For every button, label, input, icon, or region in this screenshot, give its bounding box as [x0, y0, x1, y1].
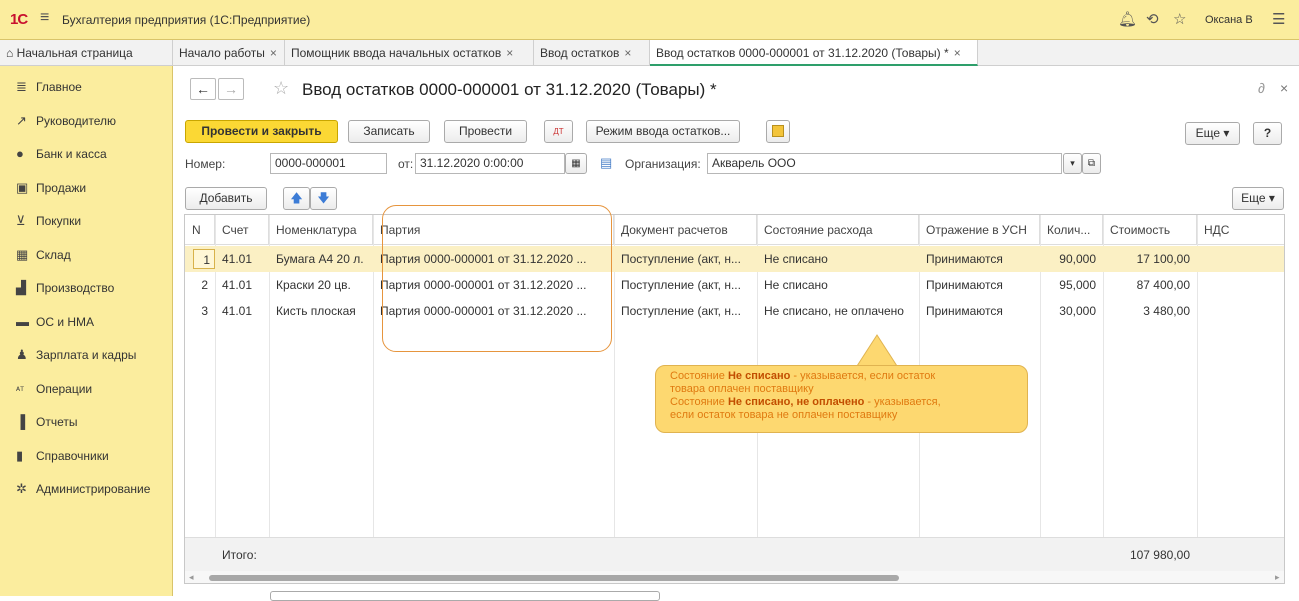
tab-balances[interactable]: Ввод остатков ×	[534, 40, 650, 66]
more-button[interactable]: Еще ▾	[1185, 122, 1240, 145]
save-button[interactable]: Записать	[348, 120, 430, 143]
close-form-icon[interactable]: ×	[1280, 80, 1288, 96]
comment-field[interactable]	[270, 591, 660, 601]
table-row[interactable]: 1 41.01 Бумага А4 20 л. Партия 0000-0000…	[185, 246, 1284, 272]
sidebar-item-purchases[interactable]: ⊻ Покупки	[0, 210, 173, 242]
warehouse-icon: ▦	[16, 247, 29, 262]
bell-icon[interactable]: 🔔︎	[1118, 10, 1137, 28]
home-icon: ⌂	[6, 46, 17, 60]
open-icon[interactable]: ⧉	[1082, 153, 1101, 174]
menu-icon: ≣	[16, 79, 27, 94]
history-icon[interactable]: ⟲	[1146, 10, 1159, 28]
callout-note: Состояние Не списано - указывается, если…	[655, 365, 1028, 433]
table-row[interactable]: 3 41.01 Кисть плоская Партия 0000-000001…	[185, 298, 1284, 324]
tab-document[interactable]: Ввод остатков 0000-000001 от 31.12.2020 …	[650, 40, 978, 66]
sidebar-item-assets[interactable]: ▬ ОС и НМА	[0, 311, 173, 343]
sidebar-item-bank[interactable]: ● Банк и касса	[0, 143, 173, 175]
close-icon[interactable]: ×	[270, 46, 277, 60]
factory-icon: ▟	[16, 280, 26, 295]
favorite-star-icon[interactable]: ☆	[273, 78, 289, 99]
bag-icon: ▣	[16, 180, 29, 195]
callout-line: Состояние Не списано - указывается, если…	[670, 370, 936, 382]
scroll-right-icon[interactable]: ▸	[1275, 572, 1280, 583]
link-icon[interactable]: ∂	[1258, 80, 1265, 96]
close-icon[interactable]: ×	[954, 46, 961, 60]
app-logo: 1С	[10, 11, 28, 28]
add-row-button[interactable]: Добавить	[185, 187, 267, 210]
coin-icon: ●	[16, 146, 24, 161]
col-header-usn[interactable]: Отражение в УСН	[919, 215, 1040, 245]
post-and-close-button[interactable]: Провести и закрыть	[185, 120, 338, 143]
total-value: 107 980,00	[1129, 548, 1190, 562]
truck-icon: ▬	[16, 314, 29, 329]
sidebar-item-warehouse[interactable]: ▦ Склад	[0, 244, 173, 276]
dt-kt-icon[interactable]: ДТ	[544, 120, 573, 143]
col-header-cost[interactable]: Стоимость	[1103, 215, 1197, 245]
table-more-button[interactable]: Еще ▾	[1232, 187, 1284, 210]
date-field[interactable]: 31.12.2020 0:00:00	[415, 153, 565, 174]
dt-kt-icon: ᴬᵀ	[16, 385, 24, 395]
book-icon: ▮	[16, 448, 24, 463]
organization-field[interactable]: Акварель ООО	[707, 153, 1062, 174]
sidebar-item-sales[interactable]: ▣ Продажи	[0, 177, 173, 209]
scrollbar-thumb[interactable]	[209, 575, 899, 581]
user-name[interactable]: Оксана В	[1205, 14, 1253, 26]
batch-column-highlight	[382, 205, 612, 352]
sidebar-item-admin[interactable]: ✲ Администрирование	[0, 478, 173, 510]
sidebar-item-reports[interactable]: ▐ Отчеты	[0, 411, 173, 443]
trend-icon: ↗	[16, 113, 27, 128]
sidebar-item-manager[interactable]: ↗ Руководителю	[0, 110, 173, 142]
star-icon[interactable]: ☆	[1173, 10, 1186, 28]
organization-label: Организация:	[625, 157, 701, 171]
col-header-item[interactable]: Номенклатура	[269, 215, 373, 245]
number-label: Номер:	[185, 157, 226, 171]
col-header-state[interactable]: Состояние расхода	[757, 215, 919, 245]
callout-line: если остаток товара не оплачен поставщик…	[670, 409, 898, 421]
page-title: Ввод остатков 0000-000001 от 31.12.2020 …	[302, 80, 717, 99]
balance-mode-button[interactable]: Режим ввода остатков...	[586, 120, 740, 143]
horizontal-scrollbar[interactable]: ◂ ▸	[185, 571, 1284, 583]
sidebar-item-operations[interactable]: ᴬᵀ Операции	[0, 378, 173, 410]
move-up-icon[interactable]: 🡅	[283, 187, 310, 210]
gear-icon: ✲	[16, 481, 27, 496]
total-label: Итого:	[222, 548, 257, 562]
post-button[interactable]: Провести	[444, 120, 527, 143]
col-header-settlement[interactable]: Документ расчетов	[614, 215, 757, 245]
calendar-icon[interactable]: ▦	[565, 153, 587, 174]
col-header-vat[interactable]: НДС	[1197, 215, 1284, 245]
close-icon[interactable]: ×	[506, 46, 513, 60]
person-icon: ♟	[16, 347, 28, 362]
callout-pointer	[856, 334, 898, 367]
col-header-n[interactable]: N	[185, 215, 215, 245]
sidebar-item-salary[interactable]: ♟ Зарплата и кадры	[0, 344, 173, 376]
number-field[interactable]: 0000-000001	[270, 153, 387, 174]
app-title: Бухгалтерия предприятия (1С:Предприятие)	[62, 13, 311, 27]
tab-assistant[interactable]: Помощник ввода начальных остатков ×	[285, 40, 534, 66]
callout-line: Состояние Не списано, не оплачено - указ…	[670, 396, 941, 408]
help-button[interactable]: ?	[1253, 122, 1282, 145]
main-menu-icon[interactable]: ≡	[40, 9, 49, 27]
col-header-qty[interactable]: Колич...	[1040, 215, 1103, 245]
tab-start[interactable]: Начало работы ×	[173, 40, 285, 66]
sidebar-item-main[interactable]: ≣ Главное	[0, 76, 173, 108]
col-header-account[interactable]: Счет	[215, 215, 269, 245]
sidebar-item-catalogs[interactable]: ▮ Справочники	[0, 445, 173, 477]
org-link-icon[interactable]: ▤	[600, 155, 612, 171]
back-button[interactable]: ←	[190, 78, 216, 100]
info-icon[interactable]	[766, 120, 790, 143]
close-icon[interactable]: ×	[624, 46, 631, 60]
bar-chart-icon: ▐	[16, 414, 26, 429]
scroll-left-icon[interactable]: ◂	[189, 572, 194, 583]
settings-menu-icon[interactable]: ☰	[1272, 10, 1285, 28]
sidebar-item-production[interactable]: ▟ Производство	[0, 277, 173, 309]
cart-icon: ⊻	[16, 213, 26, 228]
callout-line: товара оплачен поставщику	[670, 383, 814, 395]
dropdown-icon[interactable]: ▾	[1063, 153, 1082, 174]
move-down-icon[interactable]: 🡇	[310, 187, 337, 210]
table-row[interactable]: 2 41.01 Краски 20 цв. Партия 0000-000001…	[185, 272, 1284, 298]
date-label: от:	[398, 157, 414, 171]
forward-button[interactable]: →	[218, 78, 244, 100]
tab-home[interactable]: ⌂ Начальная страница	[0, 40, 173, 66]
table-footer: Итого: 107 980,00	[185, 537, 1284, 571]
